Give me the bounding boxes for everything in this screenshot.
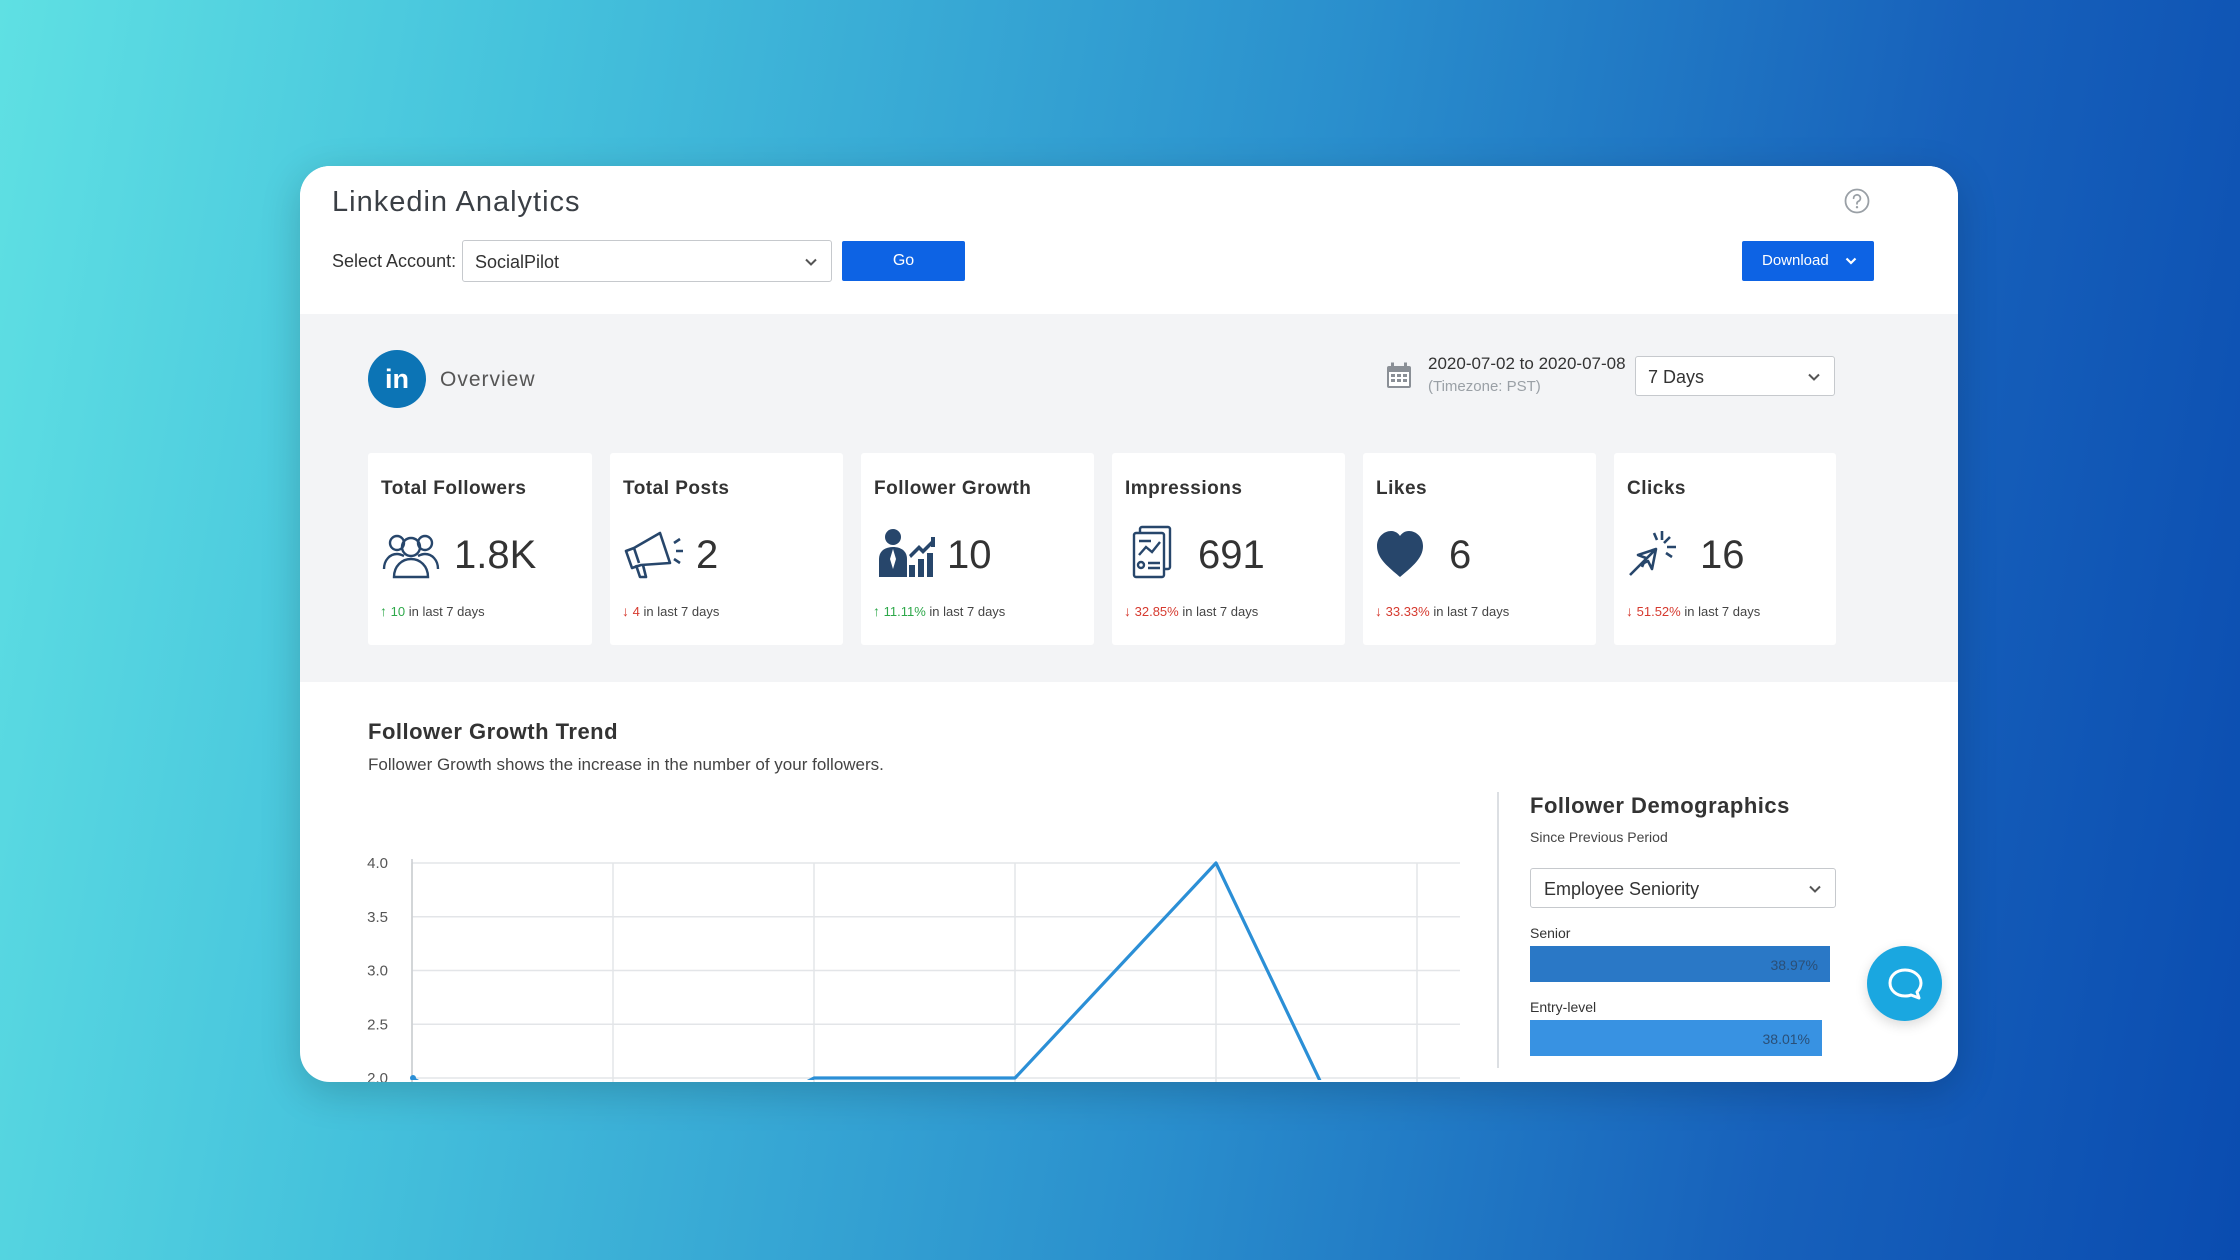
divider	[1497, 792, 1499, 1068]
metric-change: ↓ 33.33% in last 7 days	[1375, 603, 1509, 619]
metric-value: 691	[1198, 533, 1265, 577]
calendar-icon[interactable]	[1386, 362, 1412, 390]
metric-card-total-followers: Total Followers 1.8K ↑ 10 in last 7 days	[368, 453, 592, 645]
date-range: 2020-07-02 to 2020-07-08	[1428, 354, 1626, 373]
linkedin-icon: in	[368, 350, 426, 408]
download-label: Download	[1762, 252, 1829, 269]
bar-track-senior: 38.97%	[1530, 946, 1836, 982]
y-tick-label: 3.0	[367, 963, 388, 980]
metric-card-total-posts: Total Posts 2 ↓ 4 in last 7 days	[610, 453, 843, 645]
download-button[interactable]: Download	[1742, 241, 1874, 281]
bar-percent: 38.97%	[1770, 957, 1818, 973]
metric-title: Total Followers	[381, 478, 527, 499]
y-tick-label: 4.0	[367, 855, 388, 872]
growth-person-icon	[879, 529, 935, 577]
metric-value: 6	[1449, 533, 1472, 577]
bar-percent: 38.01%	[1762, 1031, 1810, 1047]
bar-track-entry-level: 38.01%	[1530, 1020, 1836, 1056]
bar-senior: 38.97%	[1530, 946, 1830, 982]
arrow-down-icon: ↓	[1124, 603, 1131, 619]
change-suffix: in last 7 days	[643, 604, 720, 619]
trend-subtitle: Follower Growth shows the increase in th…	[368, 755, 884, 774]
metric-value: 2	[696, 533, 719, 577]
cursor-click-icon	[1629, 531, 1676, 576]
metric-title: Follower Growth	[874, 478, 1032, 499]
change-value: 11.11%	[883, 604, 926, 619]
bar-entry-level: 38.01%	[1530, 1020, 1822, 1056]
help-icon[interactable]	[1844, 188, 1870, 214]
select-account-label: Select Account:	[332, 251, 457, 271]
metric-title: Likes	[1376, 478, 1428, 499]
change-value: 51.52%	[1636, 604, 1681, 619]
metric-change: ↑ 11.11% in last 7 days	[873, 603, 1005, 619]
chevron-down-icon	[1809, 885, 1821, 893]
top-bar: Linkedin Analytics Select Account: Socia…	[300, 166, 1958, 314]
timezone: (Timezone: PST)	[1428, 378, 1541, 395]
change-value: 4	[632, 604, 640, 619]
demographics-select-value: Employee Seniority	[1544, 879, 1700, 899]
metric-card-likes: Likes 6 ↓ 33.33% in last 7 days	[1363, 453, 1596, 645]
overview-label: Overview	[440, 368, 536, 391]
trend-title: Follower Growth Trend	[368, 719, 619, 744]
demographics-select[interactable]: Employee Seniority	[1530, 868, 1836, 908]
period-select-value: 7 Days	[1648, 367, 1705, 387]
metric-value: 1.8K	[454, 533, 537, 577]
data-point	[410, 1075, 416, 1080]
page-title: Linkedin Analytics	[332, 186, 581, 218]
y-tick-label: 3.5	[367, 909, 388, 926]
metric-card-clicks: Clicks 16 ↓ 51.52% in last 7 days	[1614, 453, 1836, 645]
metric-change: ↓ 32.85% in last 7 days	[1124, 603, 1258, 619]
change-suffix: in last 7 days	[1182, 604, 1259, 619]
metric-card-impressions: Impressions 691 ↓ 32.85% in last 7 days	[1112, 453, 1345, 645]
metric-change: ↑ 10 in last 7 days	[380, 603, 485, 619]
metric-value: 10	[947, 533, 992, 577]
users-icon	[382, 534, 440, 579]
analytics-card: Linkedin Analytics Select Account: Socia…	[300, 166, 1958, 1082]
heart-icon	[1377, 531, 1423, 577]
metric-change: ↓ 51.52% in last 7 days	[1626, 603, 1760, 619]
metric-change: ↓ 4 in last 7 days	[622, 603, 719, 619]
change-value: 32.85%	[1134, 604, 1179, 619]
metric-card-follower-growth: Follower Growth 10 ↑ 11.11% in last 7 da…	[861, 453, 1094, 645]
change-value: 10	[390, 604, 406, 619]
demographics-title: Follower Demographics	[1530, 793, 1790, 818]
metric-title: Clicks	[1627, 478, 1686, 499]
bar-label-entry-level: Entry-level	[1530, 999, 1597, 1015]
megaphone-icon	[624, 531, 683, 579]
chat-bubble-icon	[1888, 968, 1923, 1000]
arrow-down-icon: ↓	[1626, 603, 1633, 619]
arrow-up-icon: ↑	[380, 603, 387, 619]
chevron-down-icon	[805, 258, 817, 266]
change-value: 33.33%	[1385, 604, 1430, 619]
bar-label-senior: Senior	[1530, 925, 1571, 941]
y-tick-label: 2.0	[367, 1070, 388, 1082]
go-button[interactable]: Go	[842, 241, 965, 281]
metric-title: Total Posts	[623, 478, 730, 499]
change-suffix: in last 7 days	[1684, 604, 1761, 619]
change-suffix: in last 7 days	[929, 604, 1006, 619]
change-suffix: in last 7 days	[408, 604, 485, 619]
series-line	[411, 861, 1322, 1080]
period-select[interactable]: 7 Days	[1635, 356, 1835, 396]
account-select-value: SocialPilot	[475, 252, 560, 272]
chevron-down-icon	[1808, 373, 1820, 381]
report-icon	[1132, 525, 1172, 579]
demographics-subtitle: Since Previous Period	[1530, 829, 1668, 845]
change-suffix: in last 7 days	[1433, 604, 1510, 619]
arrow-down-icon: ↓	[1375, 603, 1382, 619]
chat-button[interactable]	[1867, 946, 1942, 1021]
arrow-down-icon: ↓	[622, 603, 629, 619]
metric-value: 16	[1700, 533, 1745, 577]
account-select[interactable]: SocialPilot	[462, 240, 832, 282]
metric-title: Impressions	[1125, 478, 1243, 499]
chevron-down-icon	[1845, 257, 1857, 265]
y-tick-label: 2.5	[367, 1016, 388, 1033]
arrow-up-icon: ↑	[873, 603, 880, 619]
